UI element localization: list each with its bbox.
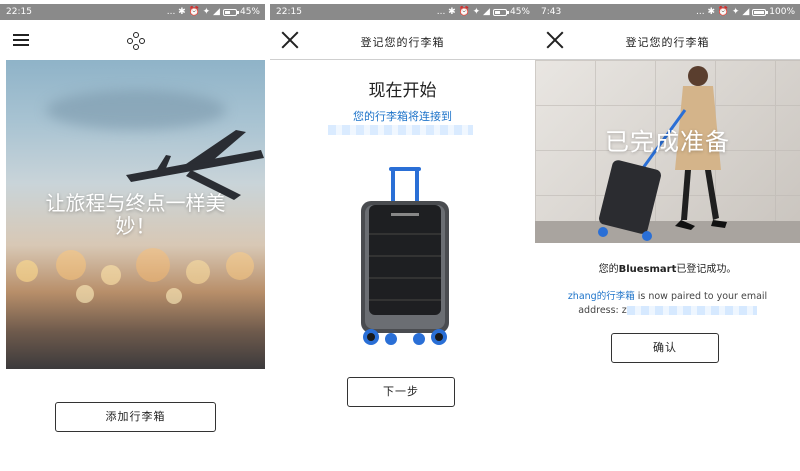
confirm-button[interactable]: 确认 [611, 333, 719, 363]
next-step-button[interactable]: 下一步 [347, 377, 455, 407]
battery-icon [752, 8, 769, 16]
battery-percent: 100% [769, 7, 795, 17]
redacted-email [626, 306, 757, 315]
brand-name: Bluesmart [618, 264, 677, 275]
bokeh-light [166, 288, 182, 304]
status-bar: 22:15 ... ✱ ⏰ ✦ ◢ 45% [270, 4, 535, 20]
status-time: 22:15 [276, 7, 302, 17]
bokeh-light [76, 285, 94, 303]
phone-screen-get-started: 22:15 ... ✱ ⏰ ✦ ◢ 45% 登记您的行李箱 现在开始 您的行李箱… [270, 0, 535, 471]
success-prefix: 您的 [598, 264, 619, 275]
suitcase-image [361, 167, 449, 345]
hero-woman-suitcase-image: 已完成准备 [535, 60, 800, 243]
phone-screen-ready: 7:43 ... ✱ ⏰ ✦ ◢ 100% 登记您的行李箱 已完成准备 您的Bl… [535, 0, 800, 471]
status-time: 7:43 [541, 7, 562, 17]
status-icons: ... ✱ ⏰ ✦ ◢ [696, 7, 750, 17]
connect-subtitle: 您的行李箱将连接到 [353, 110, 452, 123]
redacted-email [328, 125, 473, 135]
hamburger-menu-icon[interactable] [13, 34, 29, 46]
app-header: 登记您的行李箱 [270, 22, 535, 60]
pair-text: is now paired to your email [634, 291, 768, 302]
add-luggage-button[interactable]: 添加行李箱 [55, 402, 216, 432]
bokeh-light [226, 252, 254, 280]
battery-icon [222, 8, 239, 16]
battery-icon [492, 8, 509, 16]
battery-percent: 45% [239, 7, 260, 17]
success-message: 您的Bluesmart已登记成功。 [535, 260, 800, 275]
bokeh-light [56, 250, 86, 280]
address-label: address: z [578, 305, 627, 316]
app-header [0, 22, 265, 60]
status-bar: 7:43 ... ✱ ⏰ ✦ ◢ 100% [535, 4, 800, 20]
bokeh-light [101, 265, 121, 285]
status-icons: ... ✱ ⏰ ✦ ◢ [436, 7, 490, 17]
get-started-title: 现在开始 [368, 81, 437, 101]
success-suffix: 已登记成功。 [676, 264, 737, 275]
luggage-owner-name: zhang的行李箱 [567, 291, 635, 302]
header-title: 登记您的行李箱 [625, 36, 710, 49]
bokeh-light [186, 260, 210, 284]
status-time: 22:15 [6, 7, 32, 17]
bokeh-light [136, 248, 170, 282]
bokeh-light [16, 260, 38, 282]
battery-percent: 45% [509, 7, 530, 17]
header-title: 登记您的行李箱 [360, 36, 445, 49]
pair-message: zhang的行李箱 is now paired to your email ad… [535, 290, 800, 318]
ready-title: 已完成准备 [605, 128, 730, 156]
status-bar: 22:15 ... ✱ ⏰ ✦ ◢ 45% [0, 4, 265, 20]
bluesmart-logo-icon [127, 32, 145, 50]
hero-airplane-image: 让旅程与终点一样美妙！ [6, 60, 265, 369]
hero-tagline: 让旅程与终点一样美妙！ [45, 191, 226, 238]
status-icons: ... ✱ ⏰ ✦ ◢ [166, 7, 220, 17]
phone-screen-add-luggage: 22:15 ... ✱ ⏰ ✦ ◢ 45% 让旅程与终点一样美妙！ 添加行李箱 [0, 0, 265, 471]
app-header: 登记您的行李箱 [535, 22, 800, 60]
